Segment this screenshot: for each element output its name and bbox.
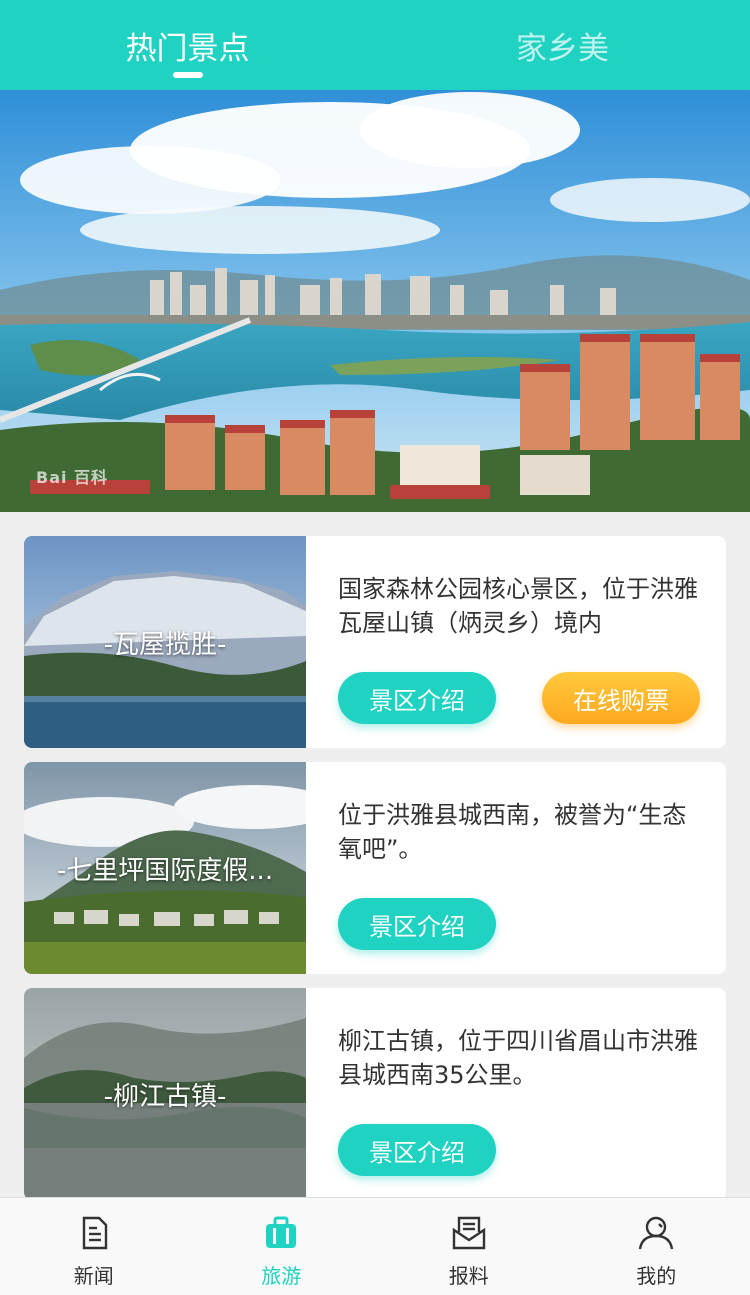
scenic-intro-button[interactable]: 景区介绍 [338,1124,496,1176]
scenic-intro-button[interactable]: 景区介绍 [338,898,496,950]
nav-item-label: 旅游 [261,1264,302,1288]
nav-item-label: 报料 [448,1264,489,1288]
spot-thumbnail[interactable]: -柳江古镇- [24,988,306,1200]
nav-item-news[interactable]: 新闻 [0,1198,188,1295]
active-tab-indicator [172,72,203,78]
nav-item-label: 我的 [636,1264,677,1288]
spot-card[interactable]: -瓦屋揽胜- 国家森林公园核心景区，位于洪雅瓦屋山镇（炳灵乡）境内 景区介绍 在… [24,536,726,748]
spot-card[interactable]: -七里坪国际度假... 位于洪雅县城西南，被誉为“生态氧吧”。 景区介绍 [24,762,726,974]
news-icon [82,1216,107,1250]
banner-watermark: Bai 百科 [36,468,109,487]
envelope-icon [452,1216,485,1250]
spot-description: 柳江古镇，位于四川省眉山市洪雅县城西南35公里。 [338,1027,698,1089]
spot-caption: -七里坪国际度假... [56,855,274,886]
top-tab-bar: 热门景点 家乡美 [0,0,750,90]
tab-hometown-label: 家乡美 [516,30,609,67]
nav-item-mine[interactable]: 我的 [563,1198,750,1295]
buy-ticket-button[interactable]: 在线购票 [542,672,700,724]
nav-item-report[interactable]: 报料 [375,1198,563,1295]
bottom-navigation: 新闻 旅游 报料 我的 [0,1197,750,1295]
user-icon [639,1216,674,1250]
suitcase-icon [266,1216,297,1248]
spot-card[interactable]: -柳江古镇- 柳江古镇，位于四川省眉山市洪雅县城西南35公里。 景区介绍 [24,988,726,1200]
spot-thumbnail[interactable]: -瓦屋揽胜- [24,536,306,748]
spot-caption: -柳江古镇- [103,1081,227,1112]
nav-item-travel[interactable]: 旅游 [188,1198,376,1295]
spot-description: 国家森林公园核心景区，位于洪雅瓦屋山镇（炳灵乡）境内 [338,575,698,637]
tab-hot-spots-label: 热门景点 [125,30,250,67]
spot-caption: -瓦屋揽胜- [103,629,227,660]
spot-thumbnail[interactable]: -七里坪国际度假... [24,762,306,974]
tab-hot-spots[interactable]: 热门景点 [0,0,375,90]
nav-item-label: 新闻 [73,1264,114,1288]
spot-description: 位于洪雅县城西南，被誉为“生态氧吧”。 [338,801,687,863]
banner-image[interactable]: Bai 百科 [0,90,750,512]
tab-hometown[interactable]: 家乡美 [375,0,750,90]
scenic-intro-button[interactable]: 景区介绍 [338,672,496,724]
